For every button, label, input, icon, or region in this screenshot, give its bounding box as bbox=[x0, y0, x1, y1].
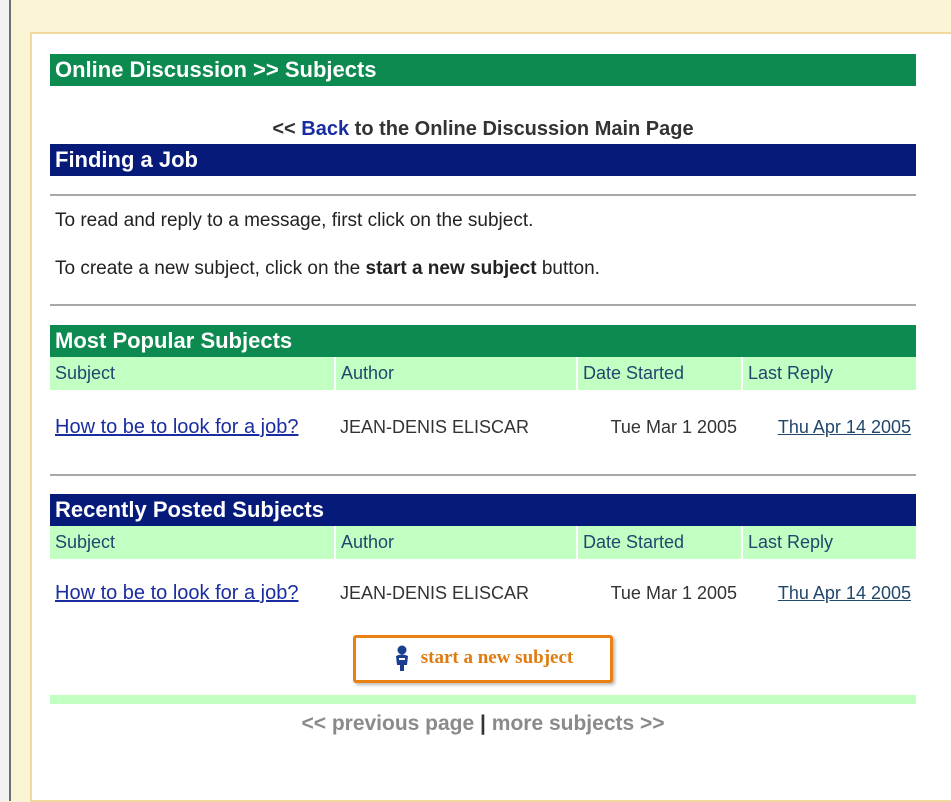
popular-subjects-header: Most Popular Subjects bbox=[50, 325, 916, 357]
section-title: Finding a Job bbox=[50, 144, 916, 176]
col-last-reply: Last Reply bbox=[741, 357, 916, 390]
page-header: Online Discussion >> Subjects bbox=[50, 54, 916, 86]
divider bbox=[50, 474, 916, 476]
subject-link[interactable]: How to be to look for a job? bbox=[55, 581, 305, 605]
pager-separator: | bbox=[480, 712, 486, 735]
divider bbox=[50, 194, 916, 196]
instruction-text-a: To create a new subject, click on the bbox=[55, 258, 366, 279]
last-reply-link[interactable]: Thu Apr 14 2005 bbox=[778, 417, 911, 437]
instruction-line-2: To create a new subject, click on the st… bbox=[55, 258, 916, 280]
col-date-started: Date Started bbox=[576, 357, 742, 390]
col-date-started: Date Started bbox=[576, 526, 742, 559]
table-header-row: Subject Author Date Started Last Reply bbox=[50, 526, 916, 559]
recent-subjects-header: Recently Posted Subjects bbox=[50, 494, 916, 526]
author-cell: JEAN-DENIS ELISCAR bbox=[340, 582, 530, 603]
subject-cell: How to be to look for a job? bbox=[50, 390, 335, 464]
last-reply-cell: Thu Apr 14 2005 bbox=[742, 390, 916, 464]
subject-link[interactable]: How to be to look for a job? bbox=[55, 415, 305, 439]
table-row: How to be to look for a job? JEAN-DENIS … bbox=[50, 390, 916, 464]
date-started-cell: Tue Mar 1 2005 bbox=[610, 416, 737, 437]
instruction-line-1: To read and reply to a message, first cl… bbox=[55, 210, 534, 231]
table-row: How to be to look for a job? JEAN-DENIS … bbox=[50, 559, 916, 627]
start-new-subject-button[interactable]: start a new subject bbox=[353, 635, 613, 683]
popular-subjects-table: Subject Author Date Started Last Reply H… bbox=[50, 357, 916, 464]
more-subjects-link[interactable]: more subjects >> bbox=[492, 712, 665, 735]
panel-content: Online Discussion >> Subjects << Back to… bbox=[50, 54, 916, 736]
author-cell: JEAN-DENIS ELISCAR bbox=[340, 416, 530, 437]
pagination: << previous page | more subjects >> bbox=[50, 712, 916, 736]
previous-page-link[interactable]: << previous page bbox=[301, 712, 474, 735]
window-left-edge bbox=[0, 0, 11, 801]
last-reply-cell: Thu Apr 14 2005 bbox=[742, 559, 916, 627]
back-link[interactable]: Back bbox=[301, 118, 349, 140]
back-prefix: << bbox=[272, 118, 302, 140]
subject-cell: How to be to look for a job? bbox=[50, 559, 335, 627]
col-subject: Subject bbox=[50, 357, 335, 390]
person-icon bbox=[395, 645, 408, 671]
col-subject: Subject bbox=[50, 526, 335, 559]
pager-bar bbox=[50, 695, 916, 704]
instructions: To read and reply to a message, first cl… bbox=[50, 210, 916, 280]
col-author: Author bbox=[334, 526, 577, 559]
date-started-cell: Tue Mar 1 2005 bbox=[610, 582, 737, 603]
col-author: Author bbox=[334, 357, 577, 390]
back-suffix: to the Online Discussion Main Page bbox=[349, 118, 694, 140]
back-line: << Back to the Online Discussion Main Pa… bbox=[50, 118, 916, 141]
table-header-row: Subject Author Date Started Last Reply bbox=[50, 357, 916, 390]
divider bbox=[50, 304, 916, 306]
start-new-subject-label: start a new subject bbox=[420, 647, 574, 668]
last-reply-link[interactable]: Thu Apr 14 2005 bbox=[778, 583, 911, 603]
discussion-panel: Online Discussion >> Subjects << Back to… bbox=[30, 32, 951, 802]
instruction-text-b: button. bbox=[536, 258, 600, 279]
col-last-reply: Last Reply bbox=[741, 526, 916, 559]
instruction-bold: start a new subject bbox=[365, 258, 537, 279]
recent-subjects-table: Subject Author Date Started Last Reply H… bbox=[50, 526, 916, 627]
